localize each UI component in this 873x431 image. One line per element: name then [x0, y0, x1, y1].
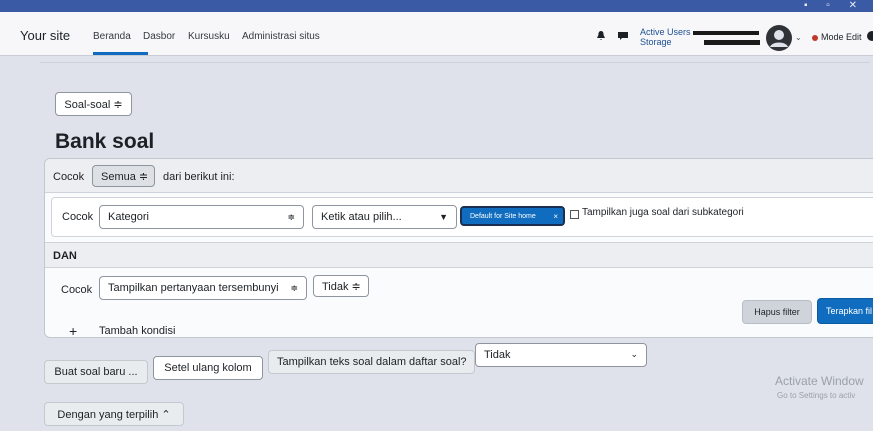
mode-edit-label: Mode Edit	[821, 32, 862, 42]
condition-category-row: Cocok Kategori ≑ Ketik atau pilih... ▼ D…	[51, 197, 873, 237]
site-name[interactable]: Your site	[20, 28, 70, 43]
match-all-select[interactable]: Semua ≑	[92, 165, 155, 187]
reset-columns-button[interactable]: Setel ulang kolom	[153, 356, 263, 380]
nav-dasbor[interactable]: Dasbor	[143, 31, 175, 42]
category-search-input[interactable]: Ketik atau pilih... ▼	[312, 205, 457, 229]
triangle-down-icon: ▼	[439, 212, 448, 222]
filter-panel: Cocok Semua ≑ dari berikut ini: Cocok Ka…	[44, 158, 873, 339]
storage-bar	[704, 40, 760, 45]
cocok-label: Cocok	[62, 211, 94, 223]
apply-filter-button[interactable]: Terapkan fil	[817, 298, 873, 324]
show-question-text-label: Tampilkan teks soal dalam daftar soal?	[268, 350, 475, 374]
subcategory-checkbox[interactable]	[570, 210, 579, 219]
match-description: dari berikut ini:	[163, 171, 235, 183]
storage-label: Storage	[640, 37, 672, 47]
nav-beranda[interactable]: Beranda	[93, 31, 131, 42]
condition-field-value: Kategori	[108, 211, 149, 223]
clear-filter-button[interactable]: Hapus filter	[742, 300, 812, 324]
chevron-down-icon: ⌄	[630, 349, 638, 359]
chat-icon[interactable]	[618, 32, 628, 40]
page-title: Bank soal	[55, 130, 155, 153]
user-avatar-icon[interactable]	[766, 25, 792, 51]
cocok-label: Cocok	[61, 284, 93, 296]
nav-kursusku[interactable]: Kursusku	[188, 31, 230, 42]
new-question-button[interactable]: Buat soal baru ...	[44, 360, 148, 384]
match-header: Cocok Semua ≑ dari berikut ini:	[45, 159, 873, 193]
show-question-text-value: Tidak	[484, 349, 511, 361]
show-question-text-select[interactable]: Tidak ⌄	[475, 343, 647, 367]
activate-windows-watermark: Activate Window	[775, 374, 864, 388]
cocok-label: Cocok	[53, 171, 85, 183]
chevron-down-icon[interactable]: ⌄	[795, 33, 802, 42]
subcategory-checkbox-label: Tampilkan juga soal dari subkategori	[582, 207, 744, 218]
nav-administrasi-situs[interactable]: Administrasi situs	[242, 31, 320, 42]
select-caret-icon: ≑	[287, 211, 295, 222]
mode-edit-status-icon	[812, 35, 818, 41]
condition-field-value: Tampilkan pertanyaan tersembunyi	[108, 282, 279, 294]
secondary-nav-divider	[40, 62, 870, 63]
active-users-label: Active Users	[640, 27, 691, 37]
and-separator: DAN	[45, 242, 873, 268]
select-caret-icon: ≑	[290, 282, 298, 293]
question-bank-select[interactable]: Soal-soal ≑	[55, 92, 132, 116]
bell-icon[interactable]	[597, 31, 605, 40]
hidden-value-select[interactable]: Tidak ≑	[313, 275, 369, 297]
and-label: DAN	[53, 250, 77, 262]
window-title-strip: ▪ ▫ ✕	[0, 0, 873, 12]
add-condition-link[interactable]: Tambah kondisi	[99, 325, 175, 337]
window-controls[interactable]: ▪ ▫ ✕	[804, 0, 865, 11]
top-navbar: Your site Beranda Dasbor Kursusku Admini…	[0, 12, 873, 56]
selected-category-chip[interactable]: Default for Site home ×	[460, 206, 565, 226]
condition-field-select[interactable]: Tampilkan pertanyaan tersembunyi ≑	[99, 276, 307, 300]
active-users-widget: Active Users Storage	[640, 27, 691, 47]
secondary-nav	[40, 54, 460, 60]
with-selected-button[interactable]: Dengan yang terpilih ⌃	[44, 402, 184, 426]
condition-field-select[interactable]: Kategori ≑	[99, 205, 304, 229]
chip-label: Default for Site home	[470, 212, 536, 220]
plus-icon[interactable]: +	[69, 323, 77, 339]
category-search-placeholder: Ketik atau pilih...	[321, 211, 402, 223]
mode-edit-toggle[interactable]	[867, 31, 873, 41]
activate-windows-subtext: Go to Settings to activ	[777, 391, 856, 400]
close-icon[interactable]: ×	[553, 212, 558, 221]
active-users-bar	[693, 31, 759, 35]
